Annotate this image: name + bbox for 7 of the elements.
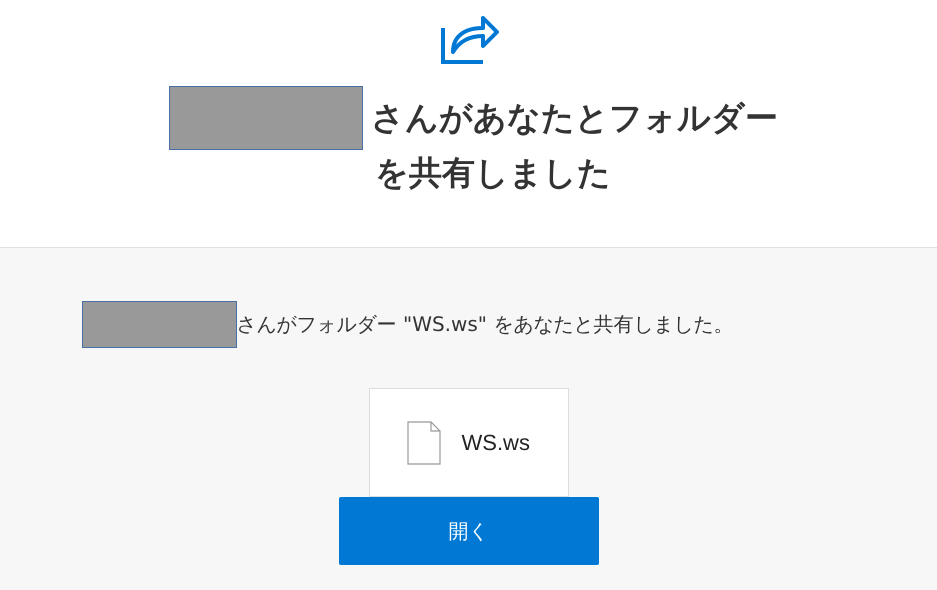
open-button[interactable]: 開く [338,497,598,565]
file-card[interactable]: WS.ws [368,388,568,497]
file-icon [406,420,440,464]
file-name: WS.ws [462,430,530,456]
share-message: さんがフォルダー "WS.ws" をあなたと共有しました。 [236,311,734,338]
title-text: を共有しました [375,153,611,192]
title-text: さんがあなたとフォルダー [371,97,778,139]
